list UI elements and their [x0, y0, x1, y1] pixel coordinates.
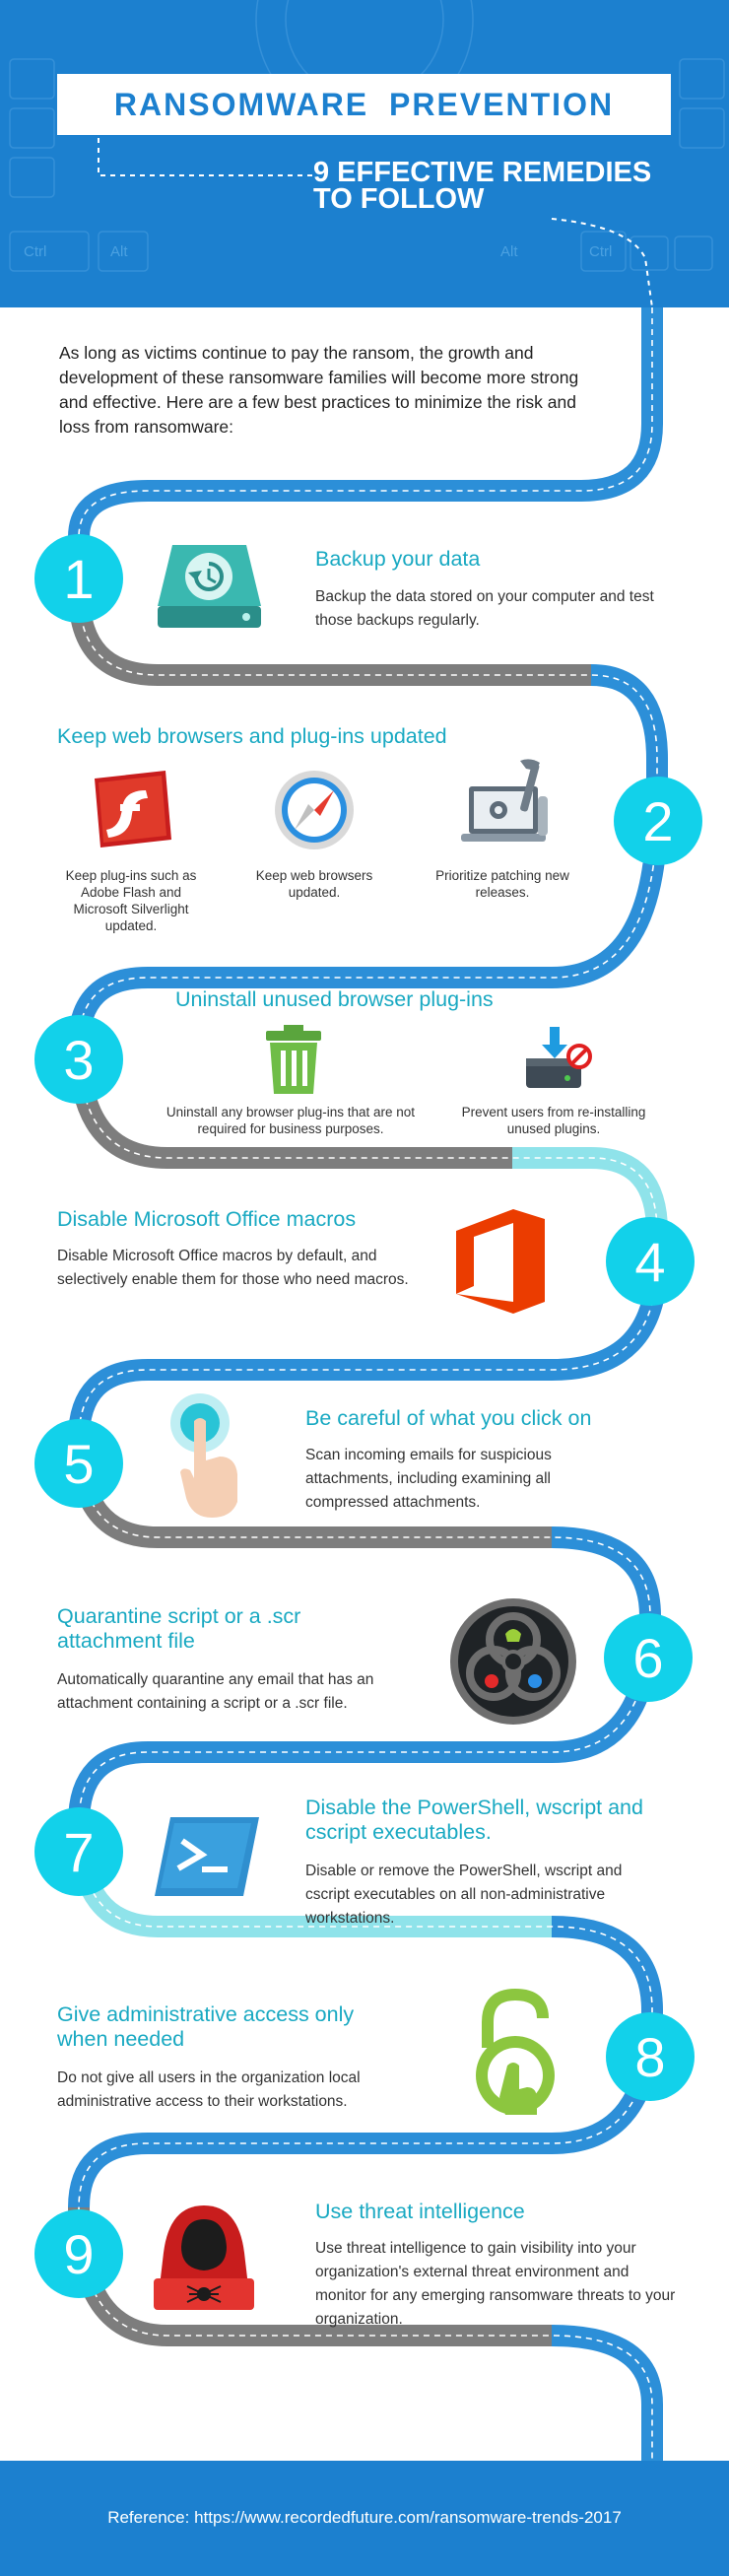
unlocked-padlock-icon [476, 1989, 555, 2115]
intro-paragraph: As long as victims continue to pay the r… [59, 343, 579, 437]
safari-compass-icon [275, 771, 354, 849]
step-title: Uninstall unused browser plug-ins [175, 987, 494, 1011]
step-number-badge: 6 [604, 1613, 693, 1702]
step-title: Keep web browsers and plug-ins updated [57, 724, 447, 748]
powershell-icon [155, 1817, 259, 1896]
step-number-badge: 1 [34, 534, 123, 623]
step-title: Use threat intelligence [315, 2200, 525, 2223]
step-text: Disable or remove the PowerShell, wscrip… [305, 1863, 623, 1927]
finger-tap-icon [170, 1393, 237, 1518]
step-text: Automatically quarantine any email that … [57, 1671, 374, 1712]
step-title: Backup your data [315, 547, 481, 571]
item-caption: Uninstall any browser plug-ins that are … [166, 1105, 416, 1136]
microsoft-office-icon [456, 1209, 545, 1314]
step-number-badge: 7 [34, 1807, 123, 1896]
biohazard-icon [450, 1598, 576, 1725]
step-number-badge: 5 [34, 1419, 123, 1508]
step-number-badge: 9 [34, 2209, 123, 2298]
step-text: Do not give all users in the organizatio… [57, 2069, 361, 2110]
step-number-badge: 4 [606, 1217, 695, 1306]
item-caption: Keep plug-ins such as Adobe Flash and Mi… [65, 868, 197, 933]
step-title: Quarantine script or a .scr attachment f… [57, 1604, 301, 1653]
item-caption: Prevent users from re-installing unused … [461, 1105, 646, 1136]
step-number-badge: 8 [606, 2012, 695, 2101]
hooded-hacker-icon [154, 2205, 254, 2310]
step-number-badge: 3 [34, 1015, 123, 1104]
laptop-tools-icon [461, 759, 548, 842]
item-caption: Keep web browsers updated. [255, 868, 373, 900]
step-title: Be careful of what you click on [305, 1406, 592, 1430]
step-title: Give administrative access only when nee… [57, 2002, 355, 2051]
trash-can-icon [266, 1025, 321, 1094]
step-text: Scan incoming emails for suspicious atta… [305, 1447, 552, 1511]
backup-drive-icon [158, 545, 261, 628]
reference-text: Reference: https://www.recordedfuture.co… [107, 2508, 622, 2527]
step-text: Use threat intelligence to gain visibili… [315, 2240, 676, 2328]
blocked-install-icon [526, 1027, 592, 1088]
step-title: Disable the PowerShell, wscript and cscr… [305, 1796, 643, 1844]
step-text: Disable Microsoft Office macros by defau… [57, 1248, 409, 1288]
step-text: Backup the data stored on your computer … [315, 588, 654, 629]
item-caption: Prioritize patching new releases. [435, 868, 569, 900]
step-title: Disable Microsoft Office macros [57, 1207, 357, 1231]
step-number-badge: 2 [614, 777, 702, 865]
adobe-flash-icon [95, 771, 171, 847]
